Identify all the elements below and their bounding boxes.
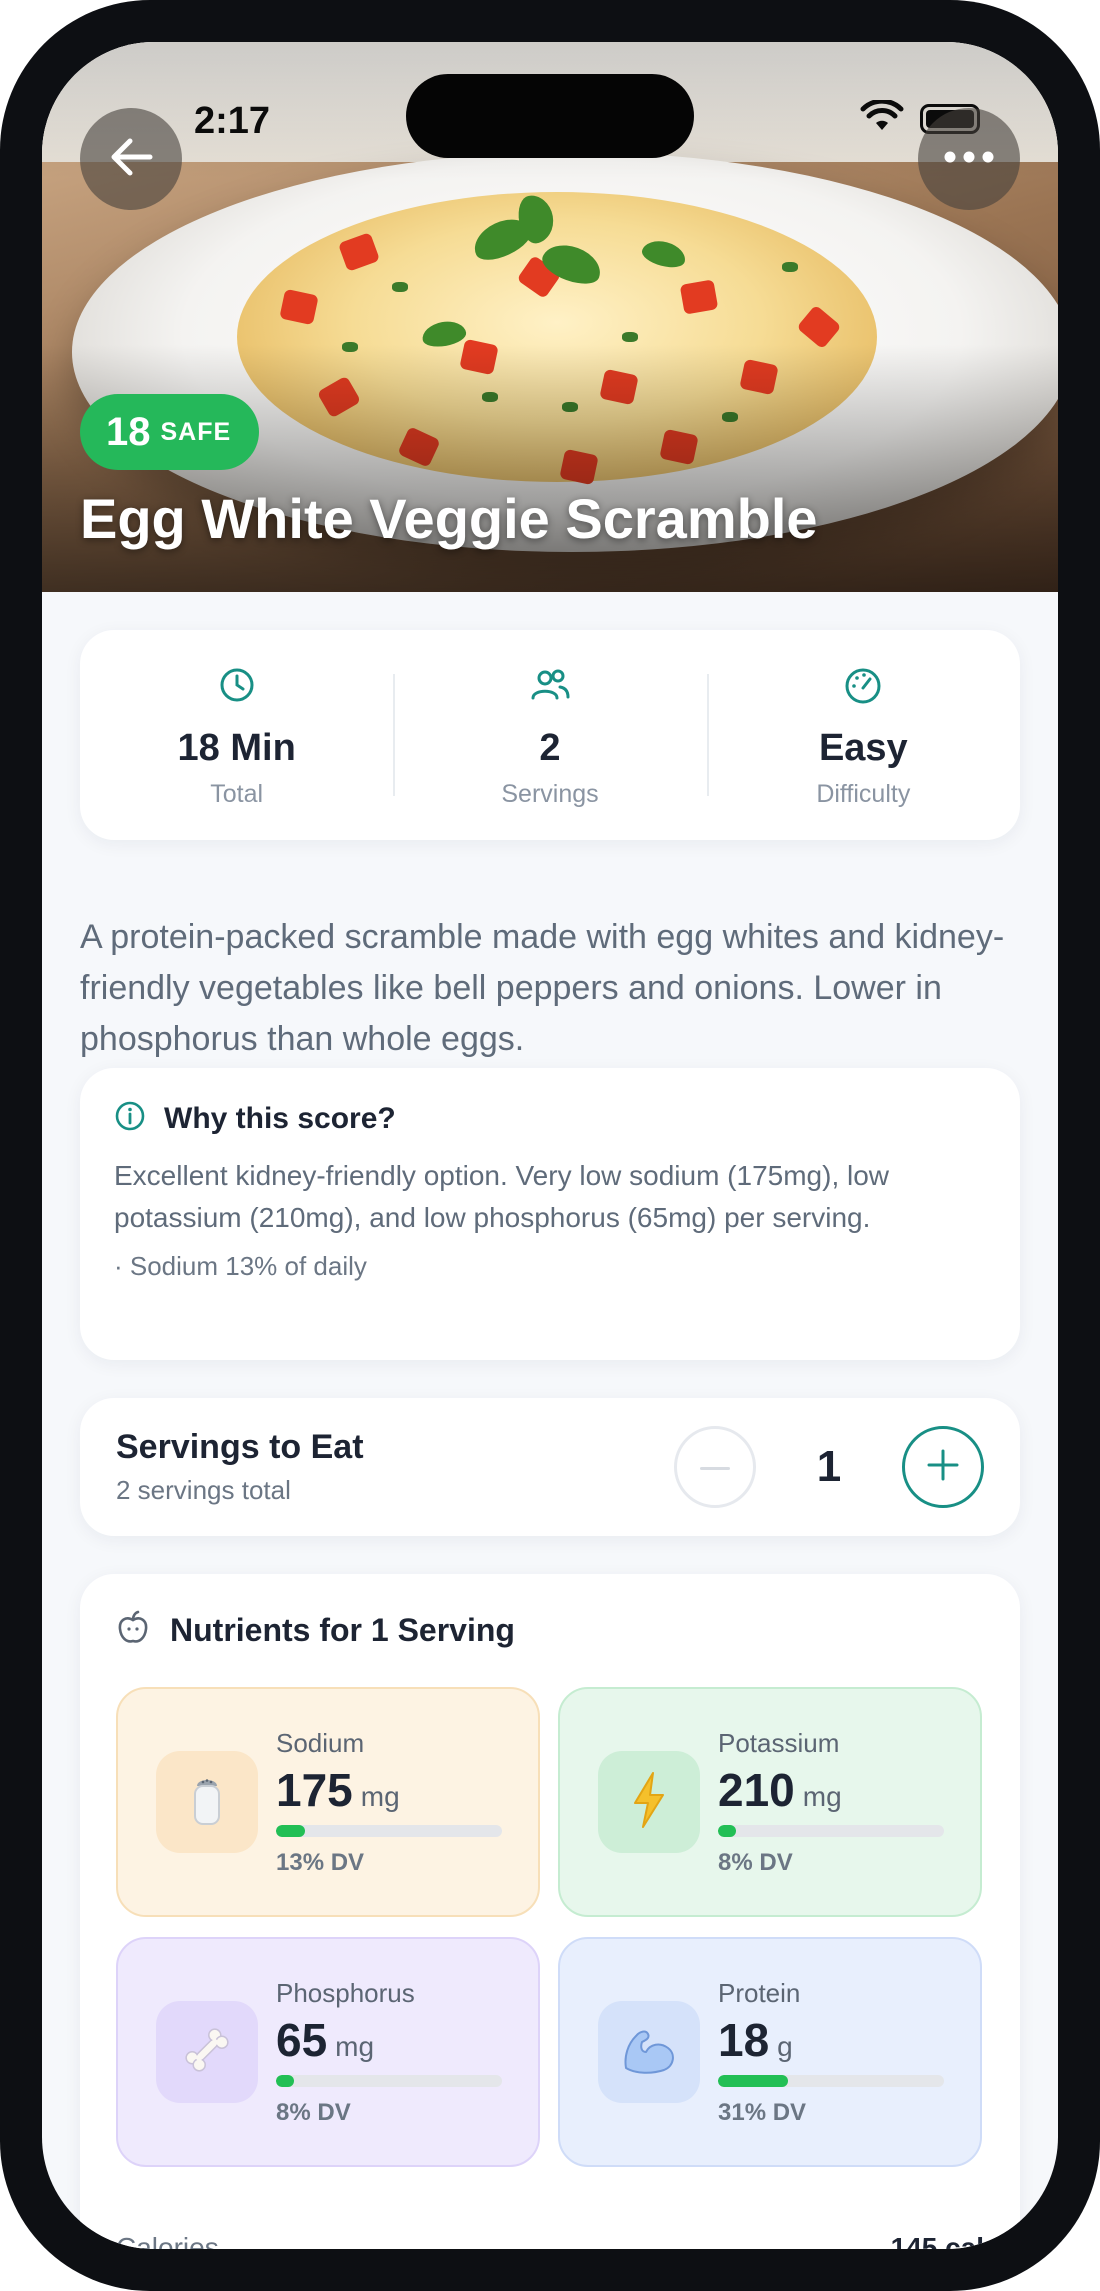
nutrient-tile-protein: Protein 18 g 31% DV bbox=[558, 1937, 982, 2167]
stat-servings: 2 Servings bbox=[393, 630, 706, 840]
stat-value: Easy bbox=[818, 727, 908, 769]
stat-total-time: 18 Min Total bbox=[80, 630, 393, 840]
nutrient-name: Phosphorus bbox=[276, 1977, 415, 2008]
servings-title: Servings to Eat bbox=[116, 1428, 364, 1466]
stat-value: 18 Min bbox=[177, 727, 296, 769]
stat-value: 2 bbox=[539, 727, 561, 769]
nutrient-daily-value: 8% DV bbox=[718, 1848, 793, 1876]
wifi-icon bbox=[860, 98, 904, 137]
minus-icon bbox=[700, 1458, 730, 1476]
why-score-bullet: · Sodium 13% of daily bbox=[114, 1251, 367, 1281]
nutrient-name: Protein bbox=[718, 1977, 801, 2008]
nutrient-name: Sodium bbox=[276, 1727, 365, 1758]
people-icon bbox=[529, 666, 571, 709]
nutrient-unit: mg bbox=[335, 2030, 375, 2062]
nutrient-name: Potassium bbox=[718, 1727, 840, 1758]
calories-value: 145 cal bbox=[890, 2232, 984, 2249]
nutrient-daily-value: 8% DV bbox=[276, 2098, 351, 2126]
ellipsis-icon bbox=[944, 150, 994, 168]
nutrients-card: Nutrients for 1 Serving Sodium 175 mg 13… bbox=[80, 1574, 1020, 2249]
nutrient-daily-value: 13% DV bbox=[276, 1848, 365, 1876]
servings-card: Servings to Eat 2 servings total 1 bbox=[80, 1398, 1020, 1536]
decrease-servings-button[interactable] bbox=[674, 1426, 756, 1508]
apple-icon bbox=[116, 1610, 150, 1651]
nutrient-unit: g bbox=[777, 2030, 793, 2062]
nutrient-value: 210 bbox=[718, 1763, 795, 1816]
salt-shaker-icon bbox=[187, 1772, 227, 1833]
gauge-icon bbox=[843, 666, 883, 709]
back-button[interactable] bbox=[80, 108, 182, 210]
why-score-card: Why this score? Excellent kidney-friendl… bbox=[80, 1068, 1020, 1360]
safety-score-badge: 18 SAFE bbox=[80, 394, 260, 470]
stat-label: Difficulty bbox=[816, 780, 911, 808]
nutrient-tile-potassium: Potassium 210 mg 8% DV bbox=[558, 1687, 982, 1917]
safety-score-label: SAFE bbox=[160, 417, 232, 446]
why-score-title: Why this score? bbox=[164, 1101, 396, 1135]
stat-label: Total bbox=[210, 780, 264, 808]
nutrient-progress-bar bbox=[276, 2074, 502, 2087]
nutrients-title: Nutrients for 1 Serving bbox=[170, 1612, 515, 1648]
plus-icon bbox=[926, 1448, 960, 1487]
nutrient-daily-value: 31% DV bbox=[718, 2098, 807, 2126]
stat-label: Servings bbox=[501, 780, 599, 808]
phone-frame: 2:17 18 SAFE Egg White Veggie Scramble 1… bbox=[0, 0, 1100, 2291]
app-screen: 2:17 18 SAFE Egg White Veggie Scramble 1… bbox=[42, 42, 1058, 2249]
nutrient-progress-bar bbox=[718, 2074, 944, 2087]
recipe-title: Egg White Veggie Scramble bbox=[80, 487, 818, 550]
nutrient-value: 65 bbox=[276, 2013, 328, 2066]
safety-score-value: 18 bbox=[106, 409, 151, 454]
info-icon bbox=[114, 1100, 146, 1137]
recipe-description: A protein-packed scramble made with egg … bbox=[80, 918, 1005, 1058]
stat-difficulty: Easy Difficulty bbox=[706, 630, 1020, 840]
nutrient-tile-sodium: Sodium 175 mg 13% DV bbox=[116, 1687, 540, 1917]
servings-subtitle: 2 servings total bbox=[116, 1475, 291, 1505]
servings-stepper: 1 bbox=[674, 1426, 984, 1508]
why-score-body: Excellent kidney-friendly option. Very l… bbox=[114, 1160, 890, 1233]
increase-servings-button[interactable] bbox=[902, 1426, 984, 1508]
calories-label: Calories bbox=[116, 2232, 219, 2249]
dynamic-island bbox=[406, 74, 694, 158]
clock-icon bbox=[218, 666, 256, 709]
nutrient-unit: mg bbox=[360, 1780, 400, 1812]
calories-row: Calories 145 cal bbox=[116, 2232, 984, 2249]
more-options-button[interactable] bbox=[918, 108, 1020, 210]
bone-icon bbox=[179, 2022, 235, 2083]
recipe-stats-card: 18 Min Total 2 Servings Easy Difficulty bbox=[80, 630, 1020, 840]
arrow-left-icon bbox=[108, 137, 154, 182]
nutrient-value: 175 bbox=[276, 1763, 353, 1816]
nutrient-tile-phosphorus: Phosphorus 65 mg 8% DV bbox=[116, 1937, 540, 2167]
nutrient-value: 18 bbox=[718, 2013, 770, 2066]
nutrient-unit: mg bbox=[802, 1780, 842, 1812]
nutrient-progress-bar bbox=[718, 1824, 944, 1837]
status-time: 2:17 bbox=[194, 100, 271, 142]
nutrient-progress-bar bbox=[276, 1824, 502, 1837]
lightning-icon bbox=[629, 1771, 669, 1834]
flexed-bicep-icon bbox=[620, 2022, 678, 2083]
recipe-hero-image: 2:17 18 SAFE Egg White Veggie Scramble bbox=[42, 42, 1058, 592]
servings-value: 1 bbox=[816, 1442, 842, 1491]
